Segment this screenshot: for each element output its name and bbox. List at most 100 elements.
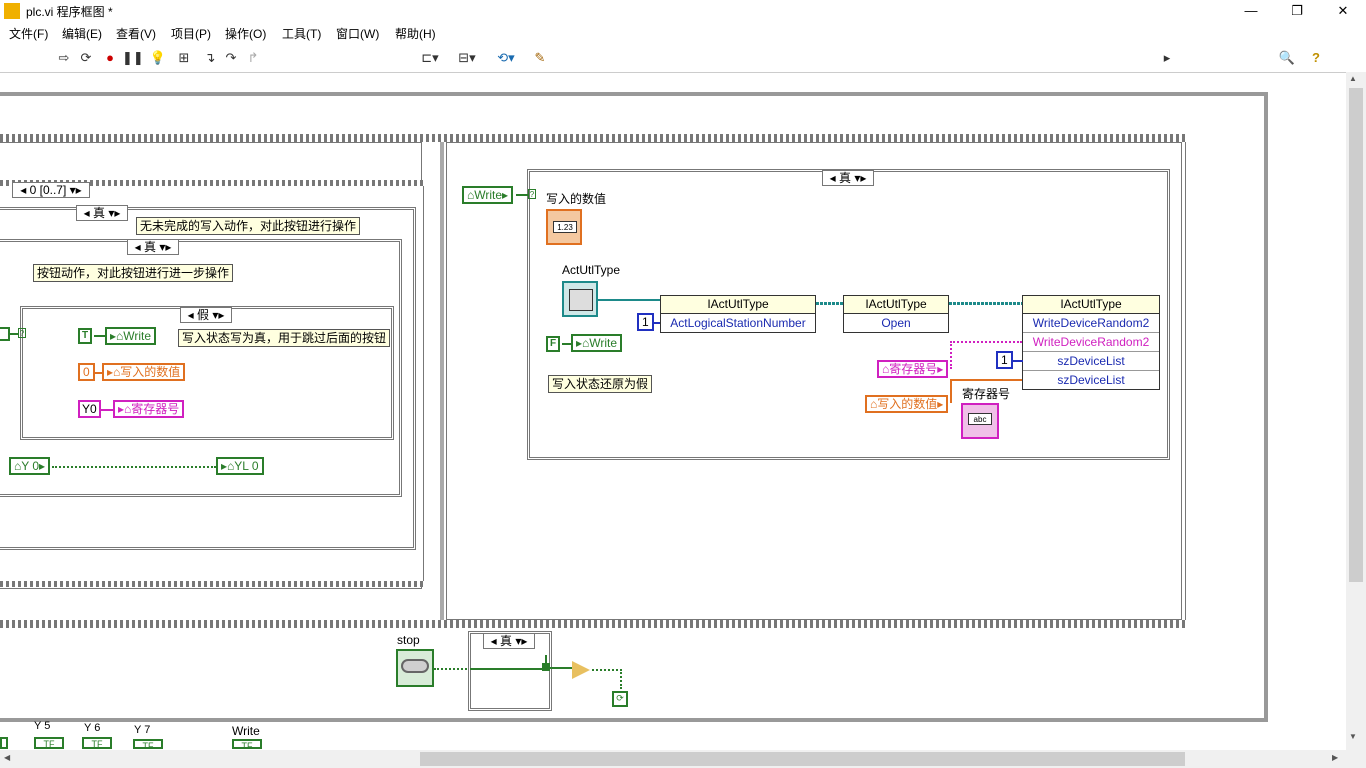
step-out-icon[interactable]: ↱ <box>243 49 263 67</box>
cleanup-diagram-icon[interactable]: ✎ <box>528 49 552 67</box>
wire <box>816 302 844 305</box>
case-selector-1[interactable]: ◂ 真 ▾▸ <box>76 205 128 221</box>
local-yl0[interactable]: ▸⌂YL 0 <box>216 457 264 475</box>
local-register-2[interactable]: ⌂寄存器号▸ <box>877 360 949 378</box>
comment-4: 写入状态还原为假 <box>548 375 653 393</box>
local-write-1[interactable]: ▸⌂Write <box>105 327 157 345</box>
run-arrow-icon[interactable]: ⇨ <box>54 49 74 67</box>
case-selector-terminal-right: ? <box>528 189 536 199</box>
reorder-icon[interactable]: ⟲▾ <box>492 49 520 67</box>
window-title: plc.vi 程序框图 * <box>26 5 113 19</box>
scroll-up-icon[interactable]: ▲ <box>1349 74 1357 83</box>
comment-1: 无未完成的写入动作，对此按钮进行操作 <box>136 217 361 235</box>
local-value-2[interactable]: ⌂写入的数值▸ <box>865 395 949 413</box>
wire <box>550 667 572 669</box>
search-icon[interactable]: 🔍 <box>1277 49 1297 67</box>
label-y7: Y 7 <box>134 724 151 736</box>
local-write-3[interactable]: ▸⌂Write <box>571 334 623 352</box>
vertical-scrollbar[interactable]: ▲ ▼ <box>1346 72 1366 750</box>
menu-project[interactable]: 项目(P) <box>171 25 211 42</box>
scroll-corner <box>1346 750 1366 768</box>
invoke-node-open[interactable]: IActUtlType Open <box>843 295 949 333</box>
local-write-2[interactable]: ⌂Write▸ <box>462 186 514 204</box>
menu-window[interactable]: 窗口(W) <box>336 25 379 42</box>
sequence-divider <box>440 142 444 620</box>
comment-3: 写入状态写为真，用于跳过后面的按钮 <box>178 329 391 347</box>
labview-app-icon <box>4 3 20 19</box>
retain-wire-values-icon[interactable]: ⊞ <box>174 49 194 67</box>
abort-icon[interactable]: ● <box>100 49 120 67</box>
step-over-icon[interactable]: ↷ <box>221 49 241 67</box>
help-icon[interactable]: ? <box>1306 49 1326 67</box>
case-selector-right[interactable]: ◂ 真 ▾▸ <box>822 170 874 186</box>
true-constant[interactable]: T <box>78 328 93 344</box>
numeric-indicator[interactable]: 1.23 <box>546 209 582 245</box>
local-value-1[interactable]: ▸⌂写入的数值 <box>102 363 186 381</box>
search-arrow-icon: ▸ <box>1163 50 1171 65</box>
y5-control[interactable]: TF <box>34 737 64 749</box>
sequence-border-bottom <box>0 620 1186 628</box>
menu-tools[interactable]: 工具(T) <box>282 25 321 42</box>
scroll-left-icon[interactable]: ◀ <box>4 753 10 762</box>
wire <box>592 669 622 689</box>
maximize-button[interactable]: ❐ <box>1274 0 1320 22</box>
y7-control[interactable]: TF <box>133 739 163 751</box>
wire <box>950 341 1022 369</box>
close-button[interactable]: ✕ <box>1320 0 1366 22</box>
invoke-node-write[interactable]: IActUtlType WriteDeviceRandom2 WriteDevi… <box>1022 295 1160 390</box>
menu-help[interactable]: 帮助(H) <box>395 25 436 42</box>
vertical-scroll-thumb[interactable] <box>1349 88 1363 582</box>
wire <box>470 668 546 670</box>
menu-view[interactable]: 查看(V) <box>116 25 156 42</box>
case-selector-terminal: ? <box>18 328 26 338</box>
horizontal-scroll-thumb[interactable] <box>420 752 1185 766</box>
string-indicator[interactable]: abc <box>961 403 999 439</box>
menu-file[interactable]: 文件(F) <box>9 25 48 42</box>
title-bar: plc.vi 程序框图 * — ❐ ✕ <box>0 0 1366 22</box>
run-continuous-icon[interactable]: ⟳ <box>76 49 96 67</box>
wire <box>100 409 114 411</box>
case-selector-2[interactable]: ◂ 真 ▾▸ <box>127 239 179 255</box>
y0-constant[interactable]: Y0 <box>78 400 101 418</box>
case-selector-3[interactable]: ◂ 假 ▾▸ <box>180 307 232 323</box>
write-control[interactable]: TF <box>232 739 262 751</box>
minimize-button[interactable]: — <box>1228 0 1274 22</box>
wire <box>949 302 1023 305</box>
wire <box>516 194 528 196</box>
y6-control[interactable]: TF <box>82 737 112 749</box>
menu-edit[interactable]: 编辑(E) <box>62 25 102 42</box>
label-stop: stop <box>397 633 420 647</box>
label-value: 写入的数值 <box>546 192 607 206</box>
wire <box>10 333 18 335</box>
block-diagram[interactable]: ◂ 0 [0..7] ▾▸ ◂ 真 ▾▸ 无未完成的写入动作，对此按钮进行操作 … <box>0 72 1346 751</box>
scroll-right-icon[interactable]: ▶ <box>1332 753 1338 762</box>
property-node-1[interactable]: IActUtlType ActLogicalStationNumber <box>660 295 816 333</box>
case-selector-bottom[interactable]: ◂ 真 ▾▸ <box>483 633 535 649</box>
label-y6: Y 6 <box>84 722 101 734</box>
menu-bar: 文件(F) 编辑(E) 查看(V) 项目(P) 操作(O) 工具(T) 窗口(W… <box>0 22 1366 44</box>
partial-control[interactable] <box>0 737 8 749</box>
align-objects-icon[interactable]: ⊏▾ <box>418 49 442 67</box>
stop-button-control[interactable] <box>396 649 434 687</box>
toolbar: ⇨ ⟳ ● ❚❚ 💡 ⊞ ↴ ↷ ↱ 17pt 应用程序字体▾ ⊏▾ ⊟▾ ⟲▾… <box>0 44 1366 112</box>
step-into-icon[interactable]: ↴ <box>200 49 220 67</box>
loop-condition-terminal[interactable]: ⟳ <box>612 691 628 707</box>
not-function[interactable] <box>572 661 590 679</box>
case-input-tunnel <box>0 327 10 341</box>
local-register-1[interactable]: ▸⌂寄存器号 <box>113 400 185 418</box>
menu-operate[interactable]: 操作(O) <box>225 25 266 42</box>
stacked-seq-selector[interactable]: ◂ 0 [0..7] ▾▸ <box>12 182 90 198</box>
label-y5: Y 5 <box>34 720 51 732</box>
wire <box>52 466 216 468</box>
pause-icon[interactable]: ❚❚ <box>122 49 144 67</box>
case-structure-3[interactable] <box>20 306 394 440</box>
local-y0[interactable]: ⌂Y 0▸ <box>9 457 51 475</box>
wire <box>598 299 660 301</box>
scroll-down-icon[interactable]: ▼ <box>1349 732 1357 741</box>
actutl-refnum-control[interactable] <box>562 281 598 317</box>
wire <box>434 668 470 670</box>
false-constant[interactable]: F <box>546 336 561 352</box>
distribute-objects-icon[interactable]: ⊟▾ <box>454 49 480 67</box>
output-tunnel <box>542 663 550 671</box>
highlight-execution-icon[interactable]: 💡 <box>148 49 168 67</box>
